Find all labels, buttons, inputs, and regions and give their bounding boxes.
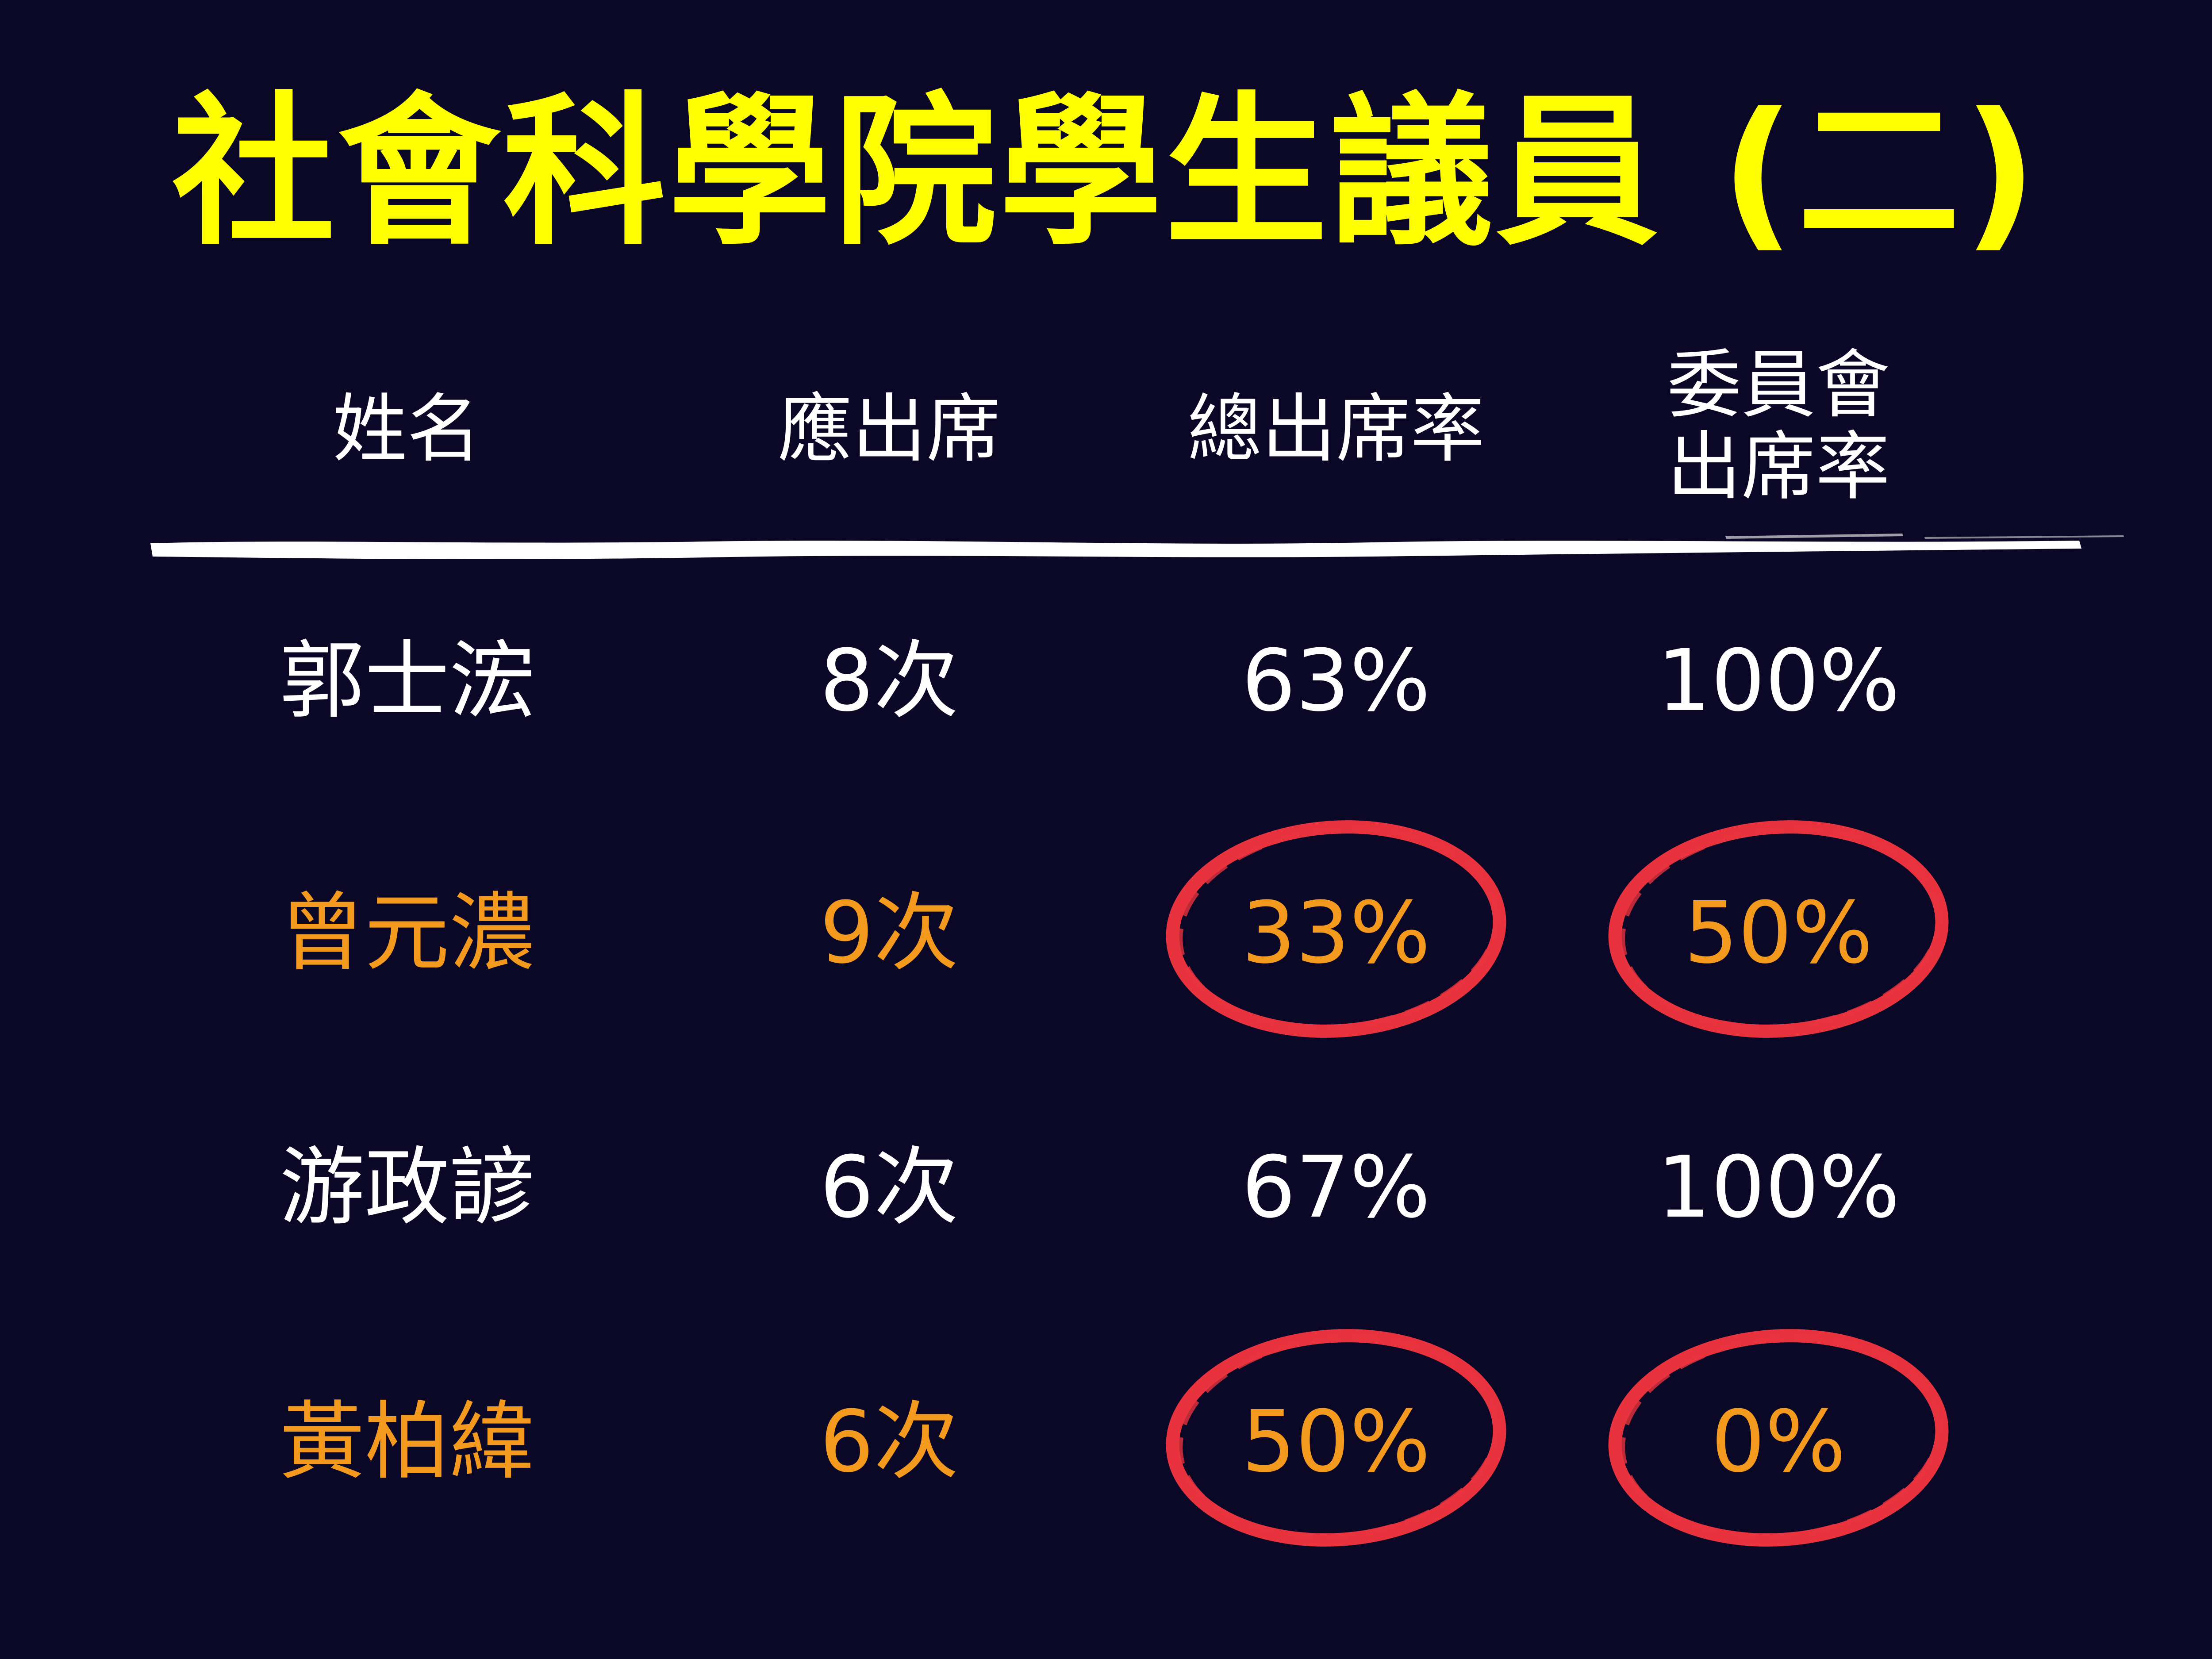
slide-title: 社會科學院學生議員 (二) — [172, 77, 2040, 267]
header-name: 姓名 — [333, 386, 481, 472]
row4-committee: 0% — [1711, 1393, 1846, 1491]
header-committee-rate-line2: 出席率 — [1667, 423, 1890, 510]
row2-overall: 33% — [1241, 884, 1431, 983]
row2-committee: 50% — [1684, 884, 1873, 983]
row3-committee: 100% — [1657, 1138, 1900, 1237]
row1-name: 郭士浤 — [280, 632, 534, 730]
row4-name: 黃柏緯 — [280, 1393, 534, 1491]
header-committee-rate-line1: 委員會 — [1667, 342, 1890, 428]
header-overall-rate: 總出席率 — [1187, 386, 1485, 472]
row2-name: 曾元濃 — [280, 884, 534, 983]
row1-committee: 100% — [1657, 632, 1900, 730]
row4-expected: 6次 — [819, 1393, 959, 1491]
row1-expected: 8次 — [819, 632, 959, 730]
row3-expected: 6次 — [819, 1138, 959, 1237]
header-expected-attendance: 應出席 — [778, 386, 1001, 472]
row4-overall: 50% — [1241, 1393, 1431, 1491]
row1-overall: 63% — [1241, 632, 1431, 730]
row3-name: 游政諺 — [280, 1138, 534, 1237]
row2-expected: 9次 — [819, 884, 959, 983]
row3-overall: 67% — [1241, 1138, 1431, 1237]
